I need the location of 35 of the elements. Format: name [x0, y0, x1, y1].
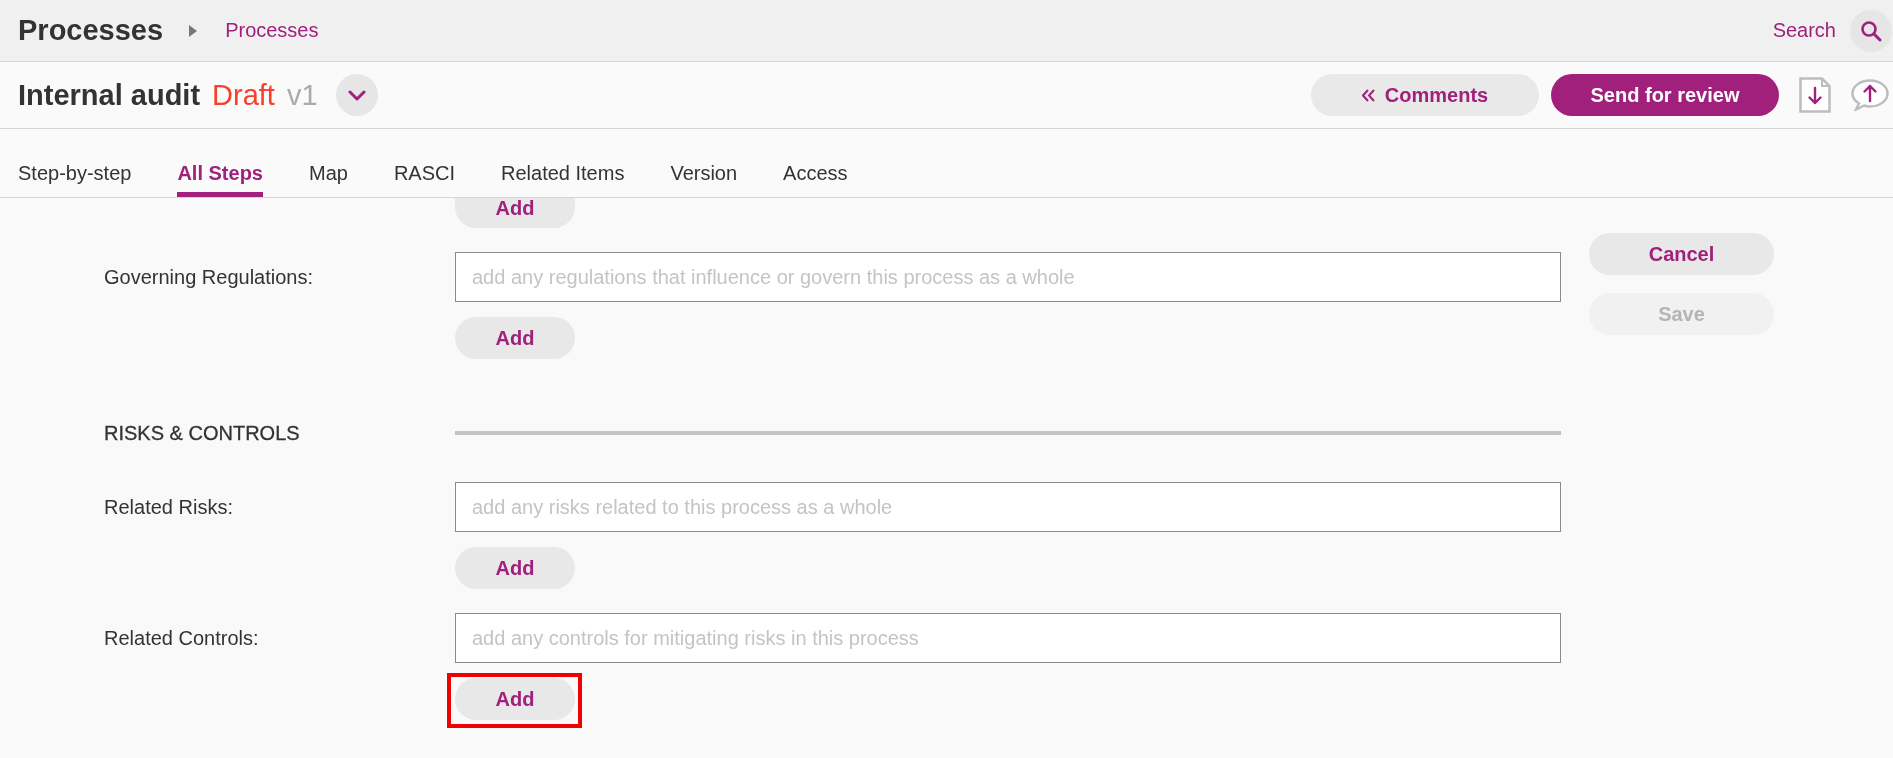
page-title: Processes	[18, 14, 164, 47]
field-label: Governing Regulations:	[104, 265, 313, 289]
add-button[interactable]: Add	[455, 317, 575, 359]
dropdown-button[interactable]	[335, 74, 378, 116]
search-label[interactable]: Search	[1772, 19, 1836, 42]
add-button[interactable]: Add	[455, 678, 575, 720]
send-for-review-button[interactable]: Send for review	[1551, 74, 1779, 116]
tab[interactable]: Related Items	[501, 129, 625, 197]
speech-bubble-arrow-up-icon[interactable]	[1851, 79, 1889, 111]
search-icon	[1860, 19, 1882, 42]
section-heading: RISKS & CONTROLS	[104, 421, 300, 445]
tab[interactable]: RASCI	[393, 129, 455, 197]
status-label: Draft	[212, 78, 275, 112]
double-chevron-left-icon	[1361, 88, 1375, 102]
tab[interactable]: Version	[670, 129, 738, 197]
input-field[interactable]: add any risks related to this process as a whole	[455, 482, 1561, 532]
field-label: Related Controls:	[104, 626, 259, 650]
tab[interactable]: Access	[783, 129, 848, 197]
add-button[interactable]: Add	[455, 198, 575, 228]
chevron-down-icon	[347, 89, 366, 101]
search-button[interactable]	[1850, 9, 1892, 52]
tab[interactable]: All Steps	[177, 129, 263, 197]
field-label: Related Risks:	[104, 495, 233, 519]
tab[interactable]: Map	[308, 129, 348, 197]
caret-icon	[189, 24, 198, 37]
input-field[interactable]: add any regulations that influence or govern this process as a whole	[455, 252, 1561, 302]
tab[interactable]: Step-by-step	[18, 129, 132, 197]
cancel-button[interactable]: Cancel	[1589, 233, 1774, 275]
comments-button[interactable]: Comments	[1311, 74, 1539, 116]
version-label: v1	[286, 78, 318, 112]
add-button[interactable]: Add	[455, 547, 575, 589]
breadcrumb-link[interactable]: Processes	[225, 19, 319, 42]
document-arrow-down-icon[interactable]	[1799, 77, 1831, 113]
input-field[interactable]: add any controls for mitigating risks in this process	[455, 613, 1561, 663]
document-title: Internal audit	[18, 78, 201, 112]
